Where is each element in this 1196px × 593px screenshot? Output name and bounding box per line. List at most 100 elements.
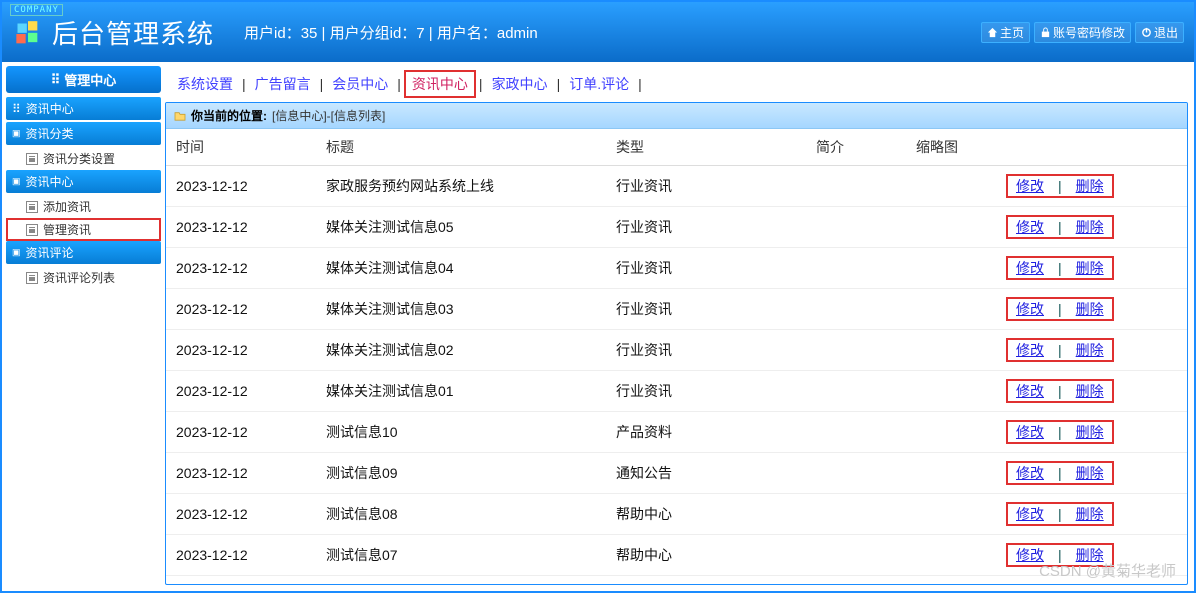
- cell-title: 媒体关注测试信息01: [316, 371, 606, 412]
- cell-intro: [806, 289, 906, 330]
- header-bar: COMPANY 后台管理系统 用户id：35 | 用户分组id：7 | 用户名：…: [2, 2, 1194, 62]
- table-row: 2023-12-12测试信息08帮助中心修改|删除: [166, 494, 1187, 535]
- cell-type: 行业资讯: [606, 166, 806, 207]
- edit-link[interactable]: 修改: [1008, 178, 1052, 194]
- tab-3[interactable]: 资讯中心: [404, 70, 476, 98]
- logo-icon: [14, 20, 42, 48]
- cell-type: 行业资讯: [606, 330, 806, 371]
- delete-link[interactable]: 删除: [1068, 506, 1112, 522]
- cell-title: 测试信息08: [316, 494, 606, 535]
- cell-intro: [806, 330, 906, 371]
- tab-0[interactable]: 系统设置: [171, 72, 239, 96]
- sidebar-group-head: ▣资讯中心: [6, 170, 161, 193]
- cell-type: 帮助中心: [606, 535, 806, 576]
- cell-time: 2023-12-12: [166, 166, 316, 207]
- delete-link[interactable]: 删除: [1068, 424, 1112, 440]
- cell-title: 测试信息07: [316, 535, 606, 576]
- cell-type: 行业资讯: [606, 207, 806, 248]
- edit-link[interactable]: 修改: [1008, 219, 1052, 235]
- system-title: 后台管理系统: [52, 14, 214, 51]
- cell-type: 行业资讯: [606, 289, 806, 330]
- sidebar-item[interactable]: 添加资讯: [6, 195, 161, 218]
- cell-time: 2023-12-12: [166, 535, 316, 576]
- th-title: 标题: [316, 129, 606, 166]
- table-row: 2023-12-12测试信息07帮助中心修改|删除: [166, 535, 1187, 576]
- cell-title: 家政服务预约网站系统上线: [316, 166, 606, 207]
- edit-link[interactable]: 修改: [1008, 465, 1052, 481]
- delete-link[interactable]: 删除: [1068, 301, 1112, 317]
- tab-4[interactable]: 家政中心: [486, 72, 554, 96]
- table-row: 2023-12-12测试信息09通知公告修改|删除: [166, 453, 1187, 494]
- sidebar: ⠿管理中心 ⠿资讯中心 ▣资讯分类资讯分类设置▣资讯中心添加资讯管理资讯▣资讯评…: [2, 62, 165, 591]
- cell-intro: [806, 207, 906, 248]
- edit-link[interactable]: 修改: [1008, 342, 1052, 358]
- cell-type: 行业资讯: [606, 371, 806, 412]
- cell-intro: [806, 371, 906, 412]
- th-thumb: 缩略图: [906, 129, 996, 166]
- cell-time: 2023-12-12: [166, 494, 316, 535]
- cell-thumb: [906, 207, 996, 248]
- delete-link[interactable]: 删除: [1068, 178, 1112, 194]
- table-row: 2023-12-12家政服务预约网站系统上线行业资讯修改|删除: [166, 166, 1187, 207]
- change-password-link[interactable]: 账号密码修改: [1034, 22, 1131, 43]
- cell-intro: [806, 248, 906, 289]
- cell-title: 媒体关注测试信息05: [316, 207, 606, 248]
- user-info: 用户id：35 | 用户分组id：7 | 用户名：admin: [244, 22, 538, 43]
- cell-thumb: [906, 289, 996, 330]
- cell-thumb: [906, 412, 996, 453]
- table-row: 2023-12-12媒体关注测试信息03行业资讯修改|删除: [166, 289, 1187, 330]
- cell-intro: [806, 494, 906, 535]
- cell-time: 2023-12-12: [166, 248, 316, 289]
- delete-link[interactable]: 删除: [1068, 465, 1112, 481]
- th-type: 类型: [606, 129, 806, 166]
- home-link[interactable]: 主页: [981, 22, 1030, 43]
- cell-thumb: [906, 535, 996, 576]
- document-icon: [26, 201, 38, 213]
- cell-time: 2023-12-12: [166, 330, 316, 371]
- cell-thumb: [906, 371, 996, 412]
- sidebar-item[interactable]: 管理资讯: [6, 218, 161, 241]
- content-panel: 你当前的位置: [信息中心]-[信息列表] 时间 标题 类型 简介 缩略图 20…: [165, 102, 1188, 585]
- edit-link[interactable]: 修改: [1008, 301, 1052, 317]
- cell-time: 2023-12-12: [166, 207, 316, 248]
- edit-link[interactable]: 修改: [1008, 547, 1052, 563]
- folder-icon: [174, 111, 186, 121]
- table-row: 2023-12-12媒体关注测试信息05行业资讯修改|删除: [166, 207, 1187, 248]
- company-tag: COMPANY: [10, 4, 63, 16]
- home-icon: [987, 27, 998, 38]
- cell-time: 2023-12-12: [166, 453, 316, 494]
- tab-5[interactable]: 订单.评论: [563, 72, 635, 96]
- edit-link[interactable]: 修改: [1008, 260, 1052, 276]
- document-icon: [26, 272, 38, 284]
- edit-link[interactable]: 修改: [1008, 383, 1052, 399]
- cell-time: 2023-12-12: [166, 289, 316, 330]
- data-table: 时间 标题 类型 简介 缩略图 2023-12-12家政服务预约网站系统上线行业…: [166, 129, 1187, 576]
- edit-link[interactable]: 修改: [1008, 424, 1052, 440]
- th-intro: 简介: [806, 129, 906, 166]
- sidebar-item[interactable]: 资讯分类设置: [6, 147, 161, 170]
- delete-link[interactable]: 删除: [1068, 219, 1112, 235]
- sidebar-group-head: ▣资讯评论: [6, 241, 161, 264]
- delete-link[interactable]: 删除: [1068, 383, 1112, 399]
- th-time: 时间: [166, 129, 316, 166]
- cell-thumb: [906, 166, 996, 207]
- table-row: 2023-12-12媒体关注测试信息02行业资讯修改|删除: [166, 330, 1187, 371]
- cell-thumb: [906, 248, 996, 289]
- document-icon: [26, 153, 38, 165]
- tab-2[interactable]: 会员中心: [326, 72, 394, 96]
- delete-link[interactable]: 删除: [1068, 547, 1112, 563]
- lock-icon: [1040, 27, 1051, 38]
- cell-type: 行业资讯: [606, 248, 806, 289]
- tab-1[interactable]: 广告留言: [249, 72, 317, 96]
- cell-thumb: [906, 330, 996, 371]
- sidebar-subhead: ⠿资讯中心: [6, 97, 161, 120]
- cell-intro: [806, 535, 906, 576]
- delete-link[interactable]: 删除: [1068, 342, 1112, 358]
- logout-link[interactable]: 退出: [1135, 22, 1184, 43]
- sidebar-item[interactable]: 资讯评论列表: [6, 266, 161, 289]
- cell-title: 媒体关注测试信息03: [316, 289, 606, 330]
- cell-intro: [806, 453, 906, 494]
- edit-link[interactable]: 修改: [1008, 506, 1052, 522]
- delete-link[interactable]: 删除: [1068, 260, 1112, 276]
- cell-intro: [806, 412, 906, 453]
